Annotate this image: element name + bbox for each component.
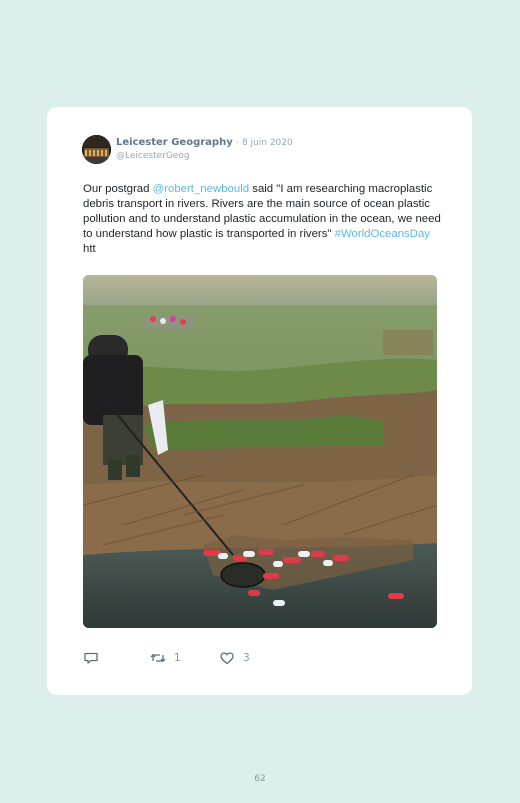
user-handle[interactable]: @LeicesterGeog [116,151,190,161]
separator: · [235,138,239,148]
retweet-icon [150,653,166,663]
tweet-date[interactable]: 8 juin 2020 [242,138,293,148]
reply-icon [84,652,98,664]
text-segment: htt [83,243,96,255]
mention-link[interactable]: @robert_newbould [153,183,249,195]
tweet-photo[interactable] [83,275,437,628]
page-number: 62 [254,774,266,784]
display-name[interactable]: Leicester Geography [116,137,233,148]
reply-button[interactable] [83,650,107,666]
tweet-text: Our postgrad @robert_newbould said "I am… [83,182,443,257]
tweet-actions: 1 3 [83,650,283,668]
hashtag-link[interactable]: #WorldOceansDay [335,228,430,240]
tweet-header: Leicester Geography · 8 juin 2020 [116,137,293,148]
text-segment: Our postgrad [83,183,153,195]
like-count: 3 [243,652,250,664]
retweet-button[interactable]: 1 [150,650,181,666]
heart-icon [220,652,234,665]
avatar[interactable] [82,135,111,164]
retweet-count: 1 [174,652,181,664]
tweet-card: Leicester Geography · 8 juin 2020 @Leice… [47,107,472,695]
like-button[interactable]: 3 [219,650,250,666]
